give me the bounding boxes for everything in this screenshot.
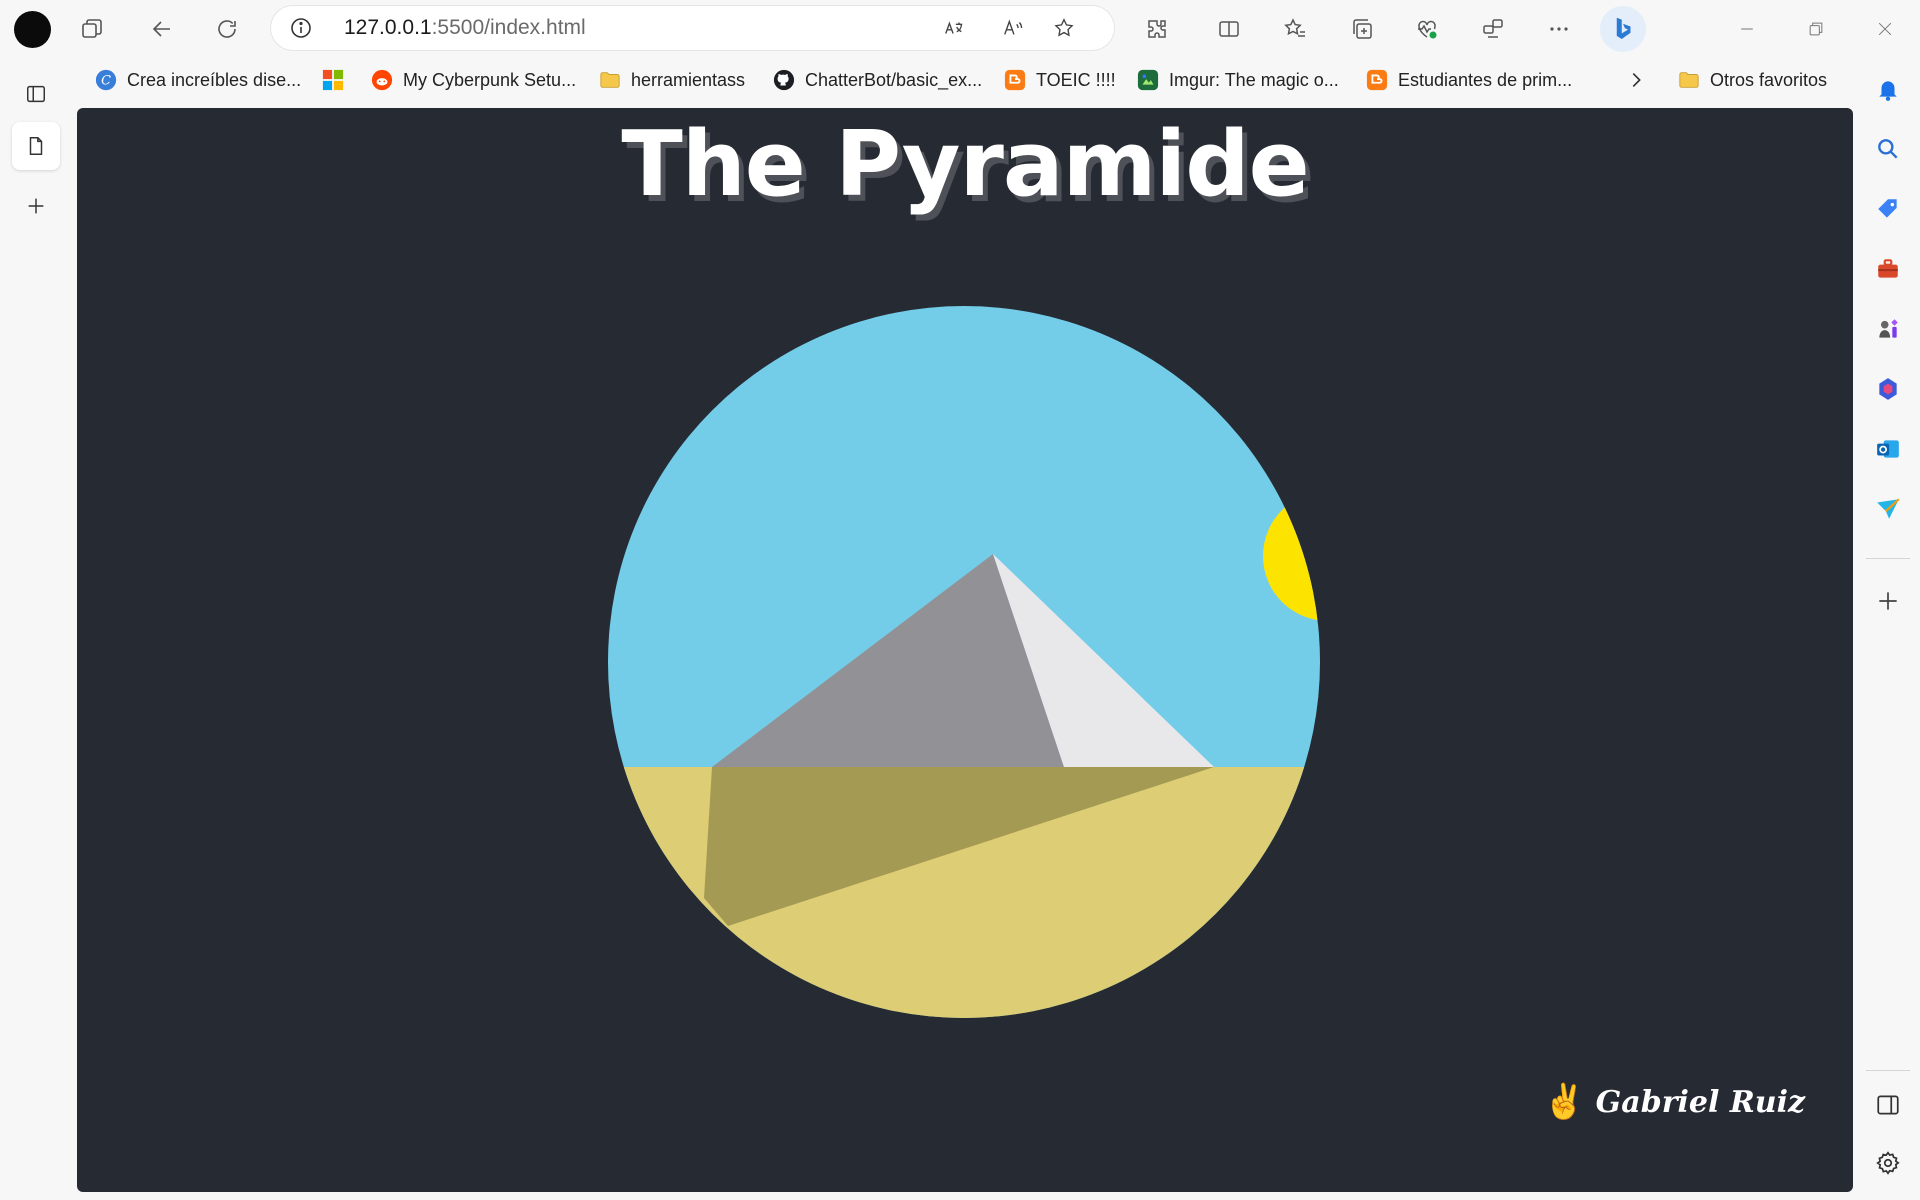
- workspaces-icon[interactable]: [76, 13, 108, 45]
- microsoft-icon: [322, 69, 344, 91]
- site-info-icon[interactable]: [289, 16, 313, 40]
- tools-briefcase-icon[interactable]: [1873, 254, 1903, 284]
- page-viewport: The Pyramide ✌️ Gabriel Ruiz: [77, 108, 1853, 1192]
- extensions-icon[interactable]: [1141, 13, 1173, 45]
- read-aloud-icon[interactable]: [999, 14, 1027, 42]
- restore-icon[interactable]: [1803, 16, 1829, 42]
- blogger-icon: [1366, 69, 1388, 91]
- imgur-icon: [1137, 69, 1159, 91]
- bookmark-estudiantes[interactable]: Estudiantes de prim...: [1366, 66, 1572, 94]
- more-bookmarks-button[interactable]: [1625, 66, 1647, 94]
- tab-current-page[interactable]: [12, 122, 60, 170]
- close-icon[interactable]: [1872, 16, 1898, 42]
- bookmark-label: ChatterBot/basic_ex...: [805, 69, 983, 90]
- split-screen-icon[interactable]: [1213, 13, 1245, 45]
- tab-actions-button[interactable]: [12, 70, 60, 118]
- bookmark-label: herramientass: [631, 69, 746, 90]
- microsoft-365-icon[interactable]: [1873, 374, 1903, 404]
- url-text[interactable]: 127.0.0.1:5500/index.html: [344, 16, 586, 40]
- browser-toolbar: 127.0.0.1:5500/index.html: [0, 0, 1920, 58]
- bookmark-imgur[interactable]: Imgur: The magic o...: [1137, 66, 1339, 94]
- folder-icon: [1678, 69, 1700, 91]
- bookmark-label: Estudiantes de prim...: [1398, 69, 1573, 90]
- bookmark-label: My Cyberpunk Setu...: [403, 69, 577, 90]
- sidebar-divider: [1866, 558, 1910, 559]
- svg-text:C: C: [101, 74, 111, 89]
- bing-icon: [1616, 17, 1631, 39]
- victory-hand-emoji: ✌️: [1543, 1082, 1586, 1122]
- bing-copilot-button[interactable]: [1600, 6, 1646, 52]
- drop-send-icon[interactable]: [1873, 494, 1903, 524]
- author-name: Gabriel Ruiz: [1595, 1084, 1805, 1120]
- address-bar[interactable]: 127.0.0.1:5500/index.html: [271, 6, 1114, 50]
- other-favorites-label: Otros favoritos: [1710, 69, 1828, 90]
- canva-icon: C: [95, 69, 117, 91]
- bookmark-github[interactable]: ChatterBot/basic_ex...: [773, 66, 982, 94]
- other-favorites-folder[interactable]: Otros favoritos: [1678, 66, 1827, 94]
- folder-icon: [599, 69, 621, 91]
- performance-icon[interactable]: [1477, 13, 1509, 45]
- shopping-tag-icon[interactable]: [1873, 194, 1903, 224]
- bookmark-label: Imgur: The magic o...: [1169, 69, 1339, 90]
- add-sidebar-app-icon[interactable]: [1873, 586, 1903, 616]
- translate-icon[interactable]: [940, 14, 968, 42]
- page-icon: [29, 137, 43, 155]
- favorites-bar: C Crea increíbles dise... My Cyberpunk S…: [0, 58, 1920, 104]
- search-icon[interactable]: [1873, 134, 1903, 164]
- refresh-icon[interactable]: [211, 13, 243, 45]
- url-path: :5500/index.html: [431, 16, 586, 39]
- github-icon: [773, 69, 795, 91]
- bookmark-reddit[interactable]: My Cyberpunk Setu...: [371, 66, 576, 94]
- notifications-bell-icon[interactable]: [1873, 74, 1903, 104]
- back-icon[interactable]: [146, 13, 178, 45]
- collections-icon[interactable]: [1346, 13, 1378, 45]
- new-tab-button[interactable]: [12, 182, 60, 230]
- hide-sidebar-icon[interactable]: [1873, 1090, 1903, 1120]
- chevron-right-icon: [1625, 69, 1647, 91]
- reddit-icon: [371, 69, 393, 91]
- bookmark-label: Crea increíbles dise...: [127, 69, 302, 90]
- author-credit: ✌️ Gabriel Ruiz: [1543, 1082, 1805, 1122]
- favorites-icon[interactable]: [1279, 13, 1311, 45]
- tab-actions-icon: [27, 85, 45, 103]
- bookmark-canva[interactable]: C Crea increíbles dise...: [95, 66, 301, 94]
- settings-gear-icon[interactable]: [1873, 1148, 1903, 1178]
- profile-avatar[interactable]: [14, 11, 51, 48]
- outlook-icon[interactable]: [1873, 434, 1903, 464]
- plus-icon: [28, 198, 44, 214]
- bookmark-herramientass[interactable]: herramientass: [599, 66, 745, 94]
- sidebar-divider: [1866, 1070, 1910, 1071]
- bookmark-microsoft[interactable]: [322, 66, 344, 94]
- pyramid-scene: [608, 306, 1320, 1018]
- blogger-icon: [1004, 69, 1026, 91]
- vertical-tabs-rail: [0, 58, 74, 1200]
- page-title: The Pyramide: [621, 112, 1309, 217]
- edge-sidebar: [1856, 58, 1920, 1200]
- more-options-icon[interactable]: [1543, 13, 1575, 45]
- bookmark-toeic[interactable]: TOEIC !!!!: [1004, 66, 1116, 94]
- minimize-icon[interactable]: [1734, 16, 1760, 42]
- url-host: 127.0.0.1: [344, 16, 432, 39]
- favorite-star-icon[interactable]: [1050, 14, 1078, 42]
- browser-essentials-icon[interactable]: [1411, 13, 1443, 45]
- games-icon[interactable]: [1873, 314, 1903, 344]
- bookmark-label: TOEIC !!!!: [1036, 69, 1116, 90]
